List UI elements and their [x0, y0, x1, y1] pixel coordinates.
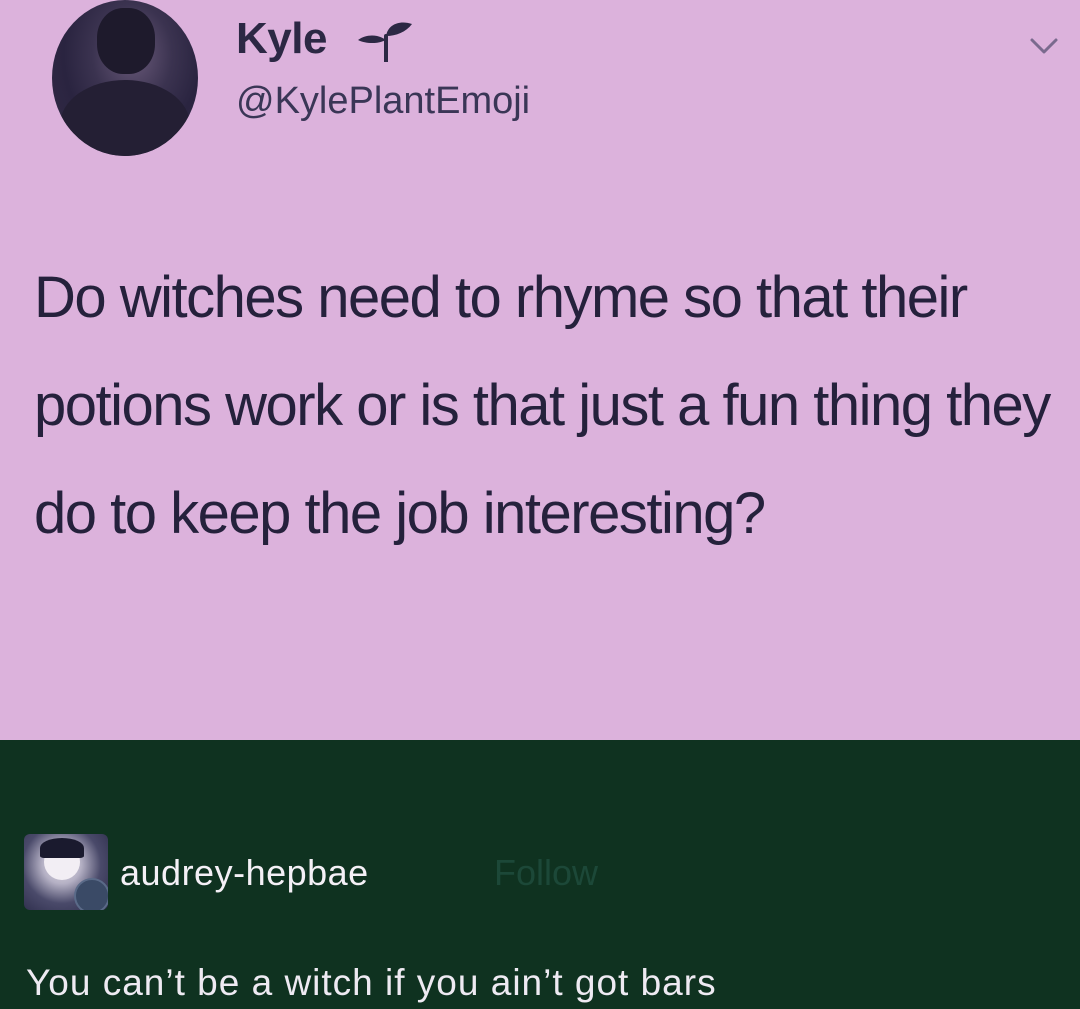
avatar-shoulders [60, 80, 190, 156]
tweet-author-name[interactable]: Kyle [236, 14, 327, 64]
chevron-down-icon[interactable] [1024, 30, 1064, 60]
avatar-head [97, 8, 155, 74]
avatar-hair [40, 838, 84, 858]
tweet-body-text: Do witches need to rhyme so that their p… [34, 265, 1051, 546]
seedling-icon [358, 22, 412, 62]
reply-body-text: You can’t be a witch if you ain’t got ba… [26, 962, 717, 1003]
tweet-card: Kyle @KylePlantEmoji Do witches need to … [0, 0, 1080, 740]
avatar-badge [74, 878, 108, 910]
follow-button[interactable]: Follow [494, 852, 598, 894]
reply-author-username[interactable]: audrey-hepbae [120, 852, 369, 894]
tweet-author-handle[interactable]: @KylePlantEmoji [236, 80, 530, 123]
reply-author-avatar[interactable] [24, 834, 108, 910]
tweet-author-avatar[interactable] [52, 0, 198, 156]
reply-post: audrey-hepbae Follow You can’t be a witc… [0, 740, 1080, 1009]
